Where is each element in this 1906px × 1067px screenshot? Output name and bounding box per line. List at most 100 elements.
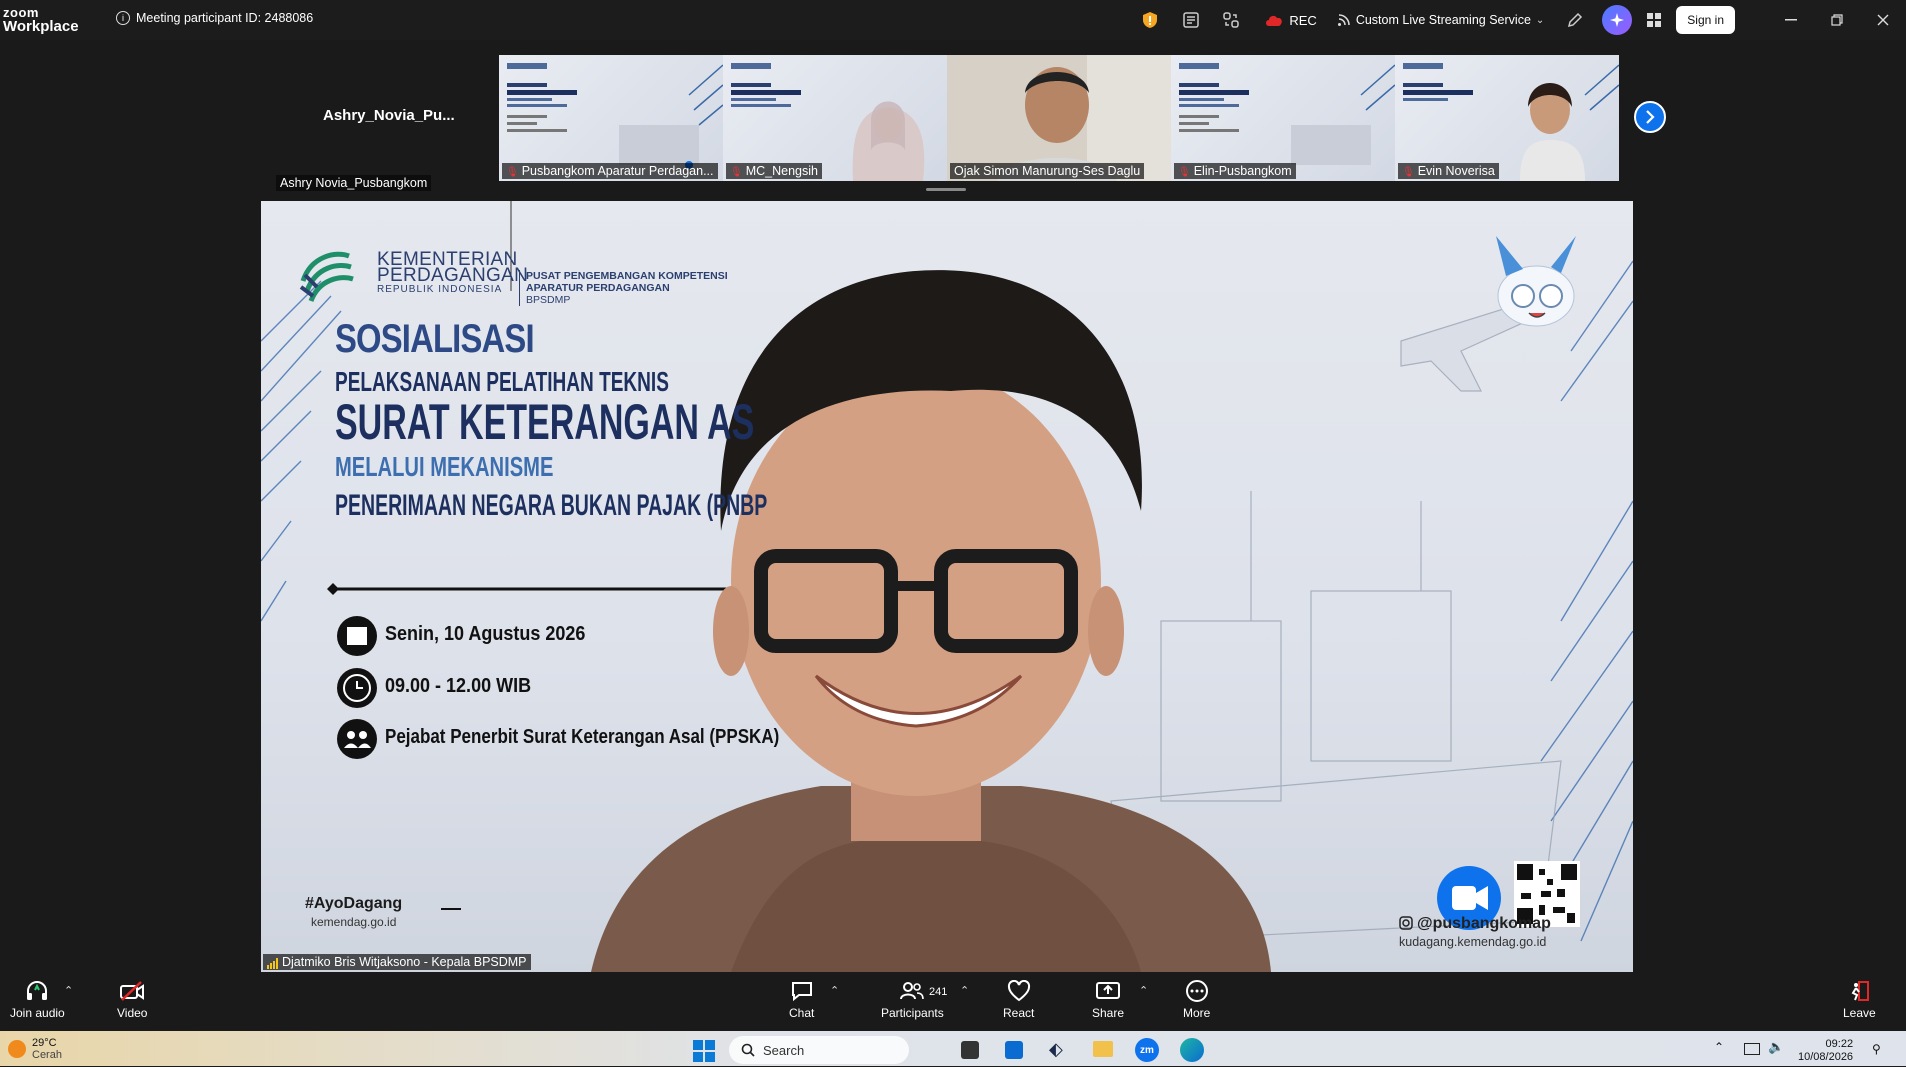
chevron-right-icon bbox=[1646, 110, 1655, 124]
task-view-icon[interactable] bbox=[961, 1041, 979, 1059]
slide-site-1: kemendag.go.id bbox=[311, 915, 397, 929]
share-options-chevron-icon[interactable]: ⌃ bbox=[1139, 984, 1148, 997]
chat-options-chevron-icon[interactable]: ⌃ bbox=[830, 984, 839, 997]
display-icon[interactable] bbox=[1744, 1043, 1760, 1055]
apps-connect-icon[interactable] bbox=[1222, 11, 1240, 29]
leave-button[interactable]: Leave bbox=[1843, 980, 1876, 1020]
clock-time: 09:22 bbox=[1825, 1038, 1854, 1050]
slide-social: @pusbangkomap bbox=[1417, 915, 1551, 932]
slide-date: Senin, 10 Agustus 2026 bbox=[385, 623, 586, 645]
participant-id-text: Meeting participant ID: 2488086 bbox=[136, 11, 314, 25]
slide-title-4: MELALUI MEKANISME bbox=[335, 451, 554, 482]
weather-temp: 29°C bbox=[32, 1037, 57, 1049]
participants-count: 241 bbox=[929, 986, 948, 998]
slide-hashtag: #AyoDagang bbox=[305, 895, 403, 912]
tile-name-label: Ojak Simon Manurung-Ses Daglu bbox=[950, 163, 1145, 179]
gallery-resize-handle[interactable] bbox=[926, 188, 966, 191]
weather-widget[interactable]: 29°C Cerah bbox=[8, 1037, 62, 1061]
participants-icon bbox=[900, 982, 925, 1000]
video-tile-4[interactable]: 🎙 Elin-Pusbangkom bbox=[1171, 55, 1395, 181]
store-icon[interactable] bbox=[1005, 1041, 1023, 1059]
restore-icon[interactable] bbox=[1814, 14, 1860, 26]
title-bar: zoom Workplace i Meeting participant ID:… bbox=[0, 0, 1906, 40]
clock[interactable]: 09:22 10/08/2026 bbox=[1798, 1038, 1853, 1064]
meeting-controls: Join audio ⌃ Video Chat ⌃ Participants 2… bbox=[0, 972, 1906, 1031]
mic-muted-icon: 🎙 bbox=[730, 167, 743, 178]
tile-name-label: 🎙 Evin Noverisa bbox=[1398, 163, 1499, 179]
mic-muted-icon: 🎙 bbox=[506, 167, 519, 178]
info-icon: i bbox=[116, 11, 130, 25]
search-placeholder: Search bbox=[763, 1042, 805, 1058]
mascot-illustration bbox=[1496, 236, 1576, 327]
slide-audience: Pejabat Penerbit Surat Keterangan Asal (… bbox=[385, 726, 780, 748]
leave-icon bbox=[1851, 981, 1870, 1001]
tray-overflow-chevron-icon[interactable]: ⌃ bbox=[1714, 1040, 1724, 1054]
join-audio-button[interactable]: Join audio bbox=[10, 980, 65, 1020]
headphones-icon bbox=[27, 981, 48, 1000]
next-page-button[interactable] bbox=[1634, 101, 1666, 133]
ministry-logo-mark bbox=[299, 251, 354, 303]
file-explorer-icon[interactable] bbox=[1093, 1041, 1113, 1057]
tile-name-label: 🎙 Elin-Pusbangkom bbox=[1174, 163, 1296, 179]
speaker-muted-icon[interactable]: 🔈 bbox=[1768, 1039, 1784, 1055]
video-button[interactable]: Video bbox=[117, 980, 147, 1020]
notification-icon[interactable]: ⚲ bbox=[1872, 1042, 1881, 1056]
notes-icon[interactable] bbox=[1182, 11, 1200, 29]
os-taskbar: 29°C Cerah Search ⬖ zm ⌃ 🔈 09:22 10/08/2… bbox=[0, 1031, 1906, 1066]
streaming-label[interactable]: Custom Live Streaming Service bbox=[1356, 13, 1531, 27]
slide-time: 09.00 - 12.00 WIB bbox=[385, 675, 532, 697]
streaming-icon bbox=[1337, 13, 1351, 27]
signal-strength-icon bbox=[267, 958, 278, 969]
audio-options-chevron-icon[interactable]: ⌃ bbox=[64, 984, 73, 997]
slide-site-2: kudagang.kemendag.go.id bbox=[1399, 935, 1547, 949]
more-icon bbox=[1185, 980, 1208, 1002]
taskbar-search[interactable]: Search bbox=[729, 1036, 909, 1064]
chat-icon bbox=[791, 982, 812, 1002]
share-screen-icon bbox=[1096, 982, 1121, 999]
rec-label[interactable]: REC bbox=[1289, 13, 1316, 28]
meeting-info[interactable]: i Meeting participant ID: 2488086 bbox=[116, 11, 313, 25]
slide-title-1: SOSIALISASI bbox=[335, 317, 535, 361]
zoom-taskbar-icon[interactable]: zm bbox=[1135, 1038, 1159, 1062]
speaker-name-label: Djatmiko Bris Witjaksono - Kepala BPSDMP bbox=[263, 954, 531, 970]
zoom-logo: zoom Workplace bbox=[3, 6, 79, 34]
slide-center-name: PUSAT PENGEMBANGAN KOMPETENSI APARATUR P… bbox=[519, 270, 728, 306]
self-name-large: Ashry_Novia_Pu... bbox=[323, 107, 455, 124]
mic-muted-icon: 🎙 bbox=[1402, 167, 1415, 178]
chat-button[interactable]: Chat bbox=[789, 980, 814, 1020]
heart-icon bbox=[1007, 980, 1030, 1002]
sign-in-button[interactable]: Sign in bbox=[1676, 6, 1735, 34]
chevron-down-icon[interactable]: ⌄ bbox=[1536, 15, 1544, 26]
video-tile-1[interactable]: 🎙 Pusbangkom Aparatur Perdagan... bbox=[499, 55, 723, 181]
dropbox-icon[interactable]: ⬖ bbox=[1049, 1039, 1063, 1060]
windows-start-icon bbox=[693, 1040, 715, 1062]
participants-options-chevron-icon[interactable]: ⌃ bbox=[960, 984, 969, 997]
video-tile-5[interactable]: 🎙 Evin Noverisa bbox=[1395, 55, 1619, 181]
react-button[interactable]: React bbox=[1003, 980, 1034, 1020]
self-video-tile[interactable]: Ashry_Novia_Pu... Ashry Novia_Pusbangkom bbox=[273, 55, 473, 191]
tile-name-label: 🎙 Pusbangkom Aparatur Perdagan... bbox=[502, 163, 718, 179]
annotate-pen-icon[interactable] bbox=[1566, 11, 1584, 29]
start-button[interactable] bbox=[693, 1040, 715, 1067]
search-icon bbox=[741, 1043, 755, 1057]
slide-title-5: PENERIMAAN NEGARA BUKAN PAJAK (PNBP bbox=[335, 489, 768, 522]
mic-muted-icon: 🎙 bbox=[1178, 167, 1191, 178]
sun-icon bbox=[8, 1040, 26, 1058]
recording-cloud-icon[interactable] bbox=[1264, 13, 1284, 27]
slide-title-3: SURAT KETERANGAN AS bbox=[335, 394, 755, 450]
apps-grid-icon[interactable] bbox=[1646, 12, 1662, 28]
active-speaker-video: KEMENTERIAN PERDAGANGAN REPUBLIK INDONES… bbox=[261, 201, 1633, 972]
slide-ministry-name: KEMENTERIAN PERDAGANGAN REPUBLIK INDONES… bbox=[377, 249, 529, 295]
video-off-icon bbox=[120, 981, 145, 1001]
video-tile-3[interactable]: Ojak Simon Manurung-Ses Daglu bbox=[947, 55, 1171, 181]
security-shield-icon[interactable] bbox=[1142, 11, 1158, 29]
app-name-line2: Workplace bbox=[3, 18, 79, 35]
more-button[interactable]: More bbox=[1183, 980, 1210, 1020]
edge-browser-icon[interactable] bbox=[1180, 1038, 1204, 1062]
ai-companion-icon[interactable] bbox=[1602, 5, 1633, 35]
close-icon[interactable] bbox=[1860, 14, 1906, 26]
share-button[interactable]: Share bbox=[1092, 980, 1124, 1020]
video-tile-2[interactable]: 🎙 MC_Nengsih bbox=[723, 55, 947, 181]
minimize-icon[interactable] bbox=[1768, 19, 1814, 21]
gallery-strip: Ashry_Novia_Pu... Ashry Novia_Pusbangkom… bbox=[0, 40, 1906, 200]
